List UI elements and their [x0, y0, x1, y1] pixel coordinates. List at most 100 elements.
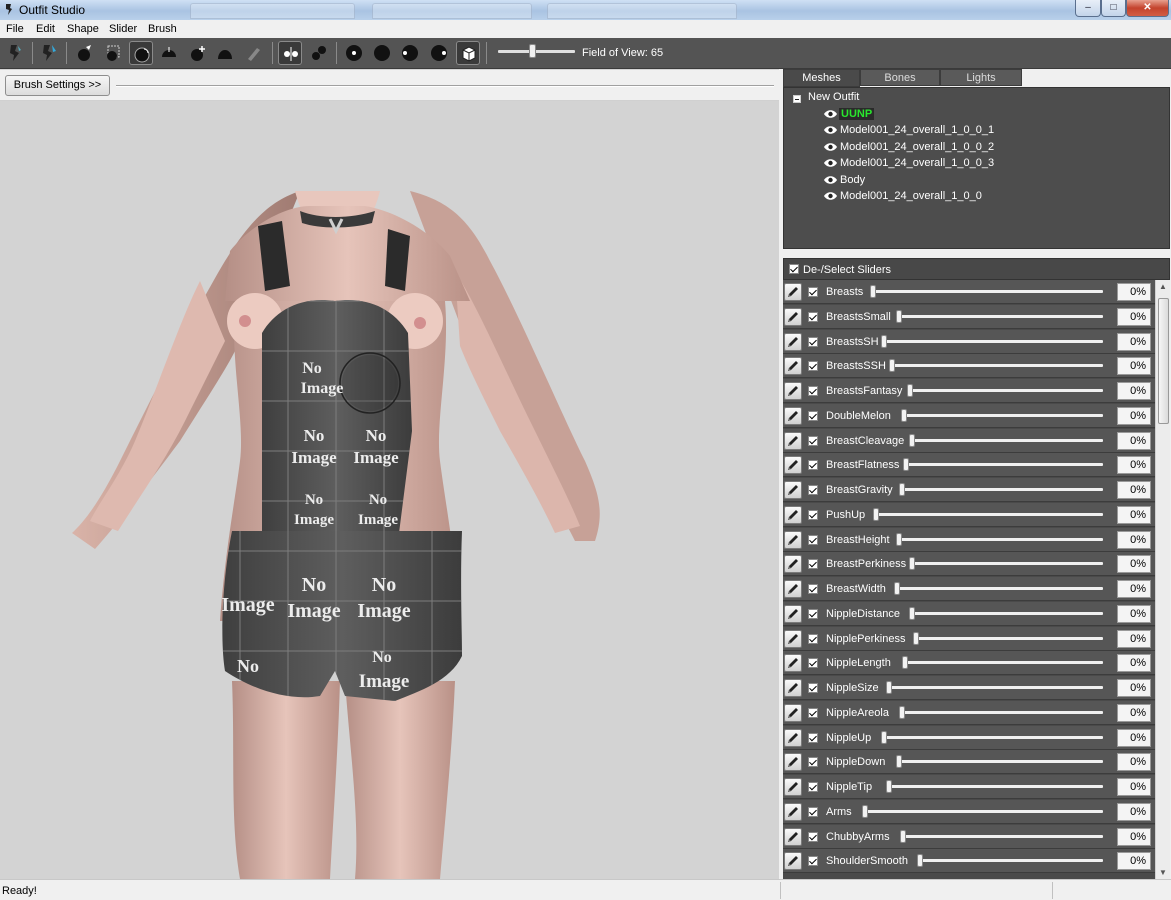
menu-brush[interactable]: Brush: [148, 23, 177, 35]
tab-bones[interactable]: Bones: [860, 69, 940, 86]
brush-settings-button[interactable]: Brush Settings >>: [5, 75, 110, 96]
smooth-brush-icon[interactable]: [185, 41, 209, 65]
deflate-brush-icon[interactable]: [129, 41, 153, 65]
slider-checkbox[interactable]: [808, 608, 818, 619]
slider-checkbox[interactable]: [808, 460, 818, 471]
slider-value[interactable]: 0%: [1117, 505, 1151, 524]
slider-thumb[interactable]: [896, 532, 902, 546]
slider-value[interactable]: 0%: [1117, 827, 1151, 846]
slider-thumb[interactable]: [901, 408, 907, 422]
slider-track[interactable]: [912, 562, 1103, 566]
slider-value[interactable]: 0%: [1117, 654, 1151, 673]
slider-checkbox[interactable]: [808, 435, 818, 446]
slider-value[interactable]: 0%: [1117, 456, 1151, 475]
cube-view-icon[interactable]: [456, 41, 480, 65]
edit-slider-icon[interactable]: [784, 703, 802, 722]
slider-track[interactable]: [884, 735, 1103, 739]
eye-icon[interactable]: [823, 109, 838, 119]
slider-value[interactable]: 0%: [1117, 802, 1151, 821]
brush-strength-icon[interactable]: [398, 41, 422, 65]
mask-brush-icon[interactable]: [72, 41, 96, 65]
slider-checkbox[interactable]: [808, 683, 818, 693]
edit-slider-icon[interactable]: [784, 679, 802, 697]
fov-slider-thumb[interactable]: [529, 44, 536, 58]
slider-checkbox[interactable]: [808, 485, 818, 495]
edit-slider-icon[interactable]: [784, 728, 802, 747]
brush-size-large-icon[interactable]: [370, 41, 394, 65]
slider-checkbox[interactable]: [808, 856, 818, 867]
slider-thumb[interactable]: [881, 334, 887, 348]
slider-checkbox[interactable]: [808, 806, 818, 817]
slider-track[interactable]: [899, 314, 1103, 318]
select-all-label[interactable]: De-/Select Sliders: [803, 264, 891, 276]
slider-value[interactable]: 0%: [1117, 481, 1151, 499]
slider-track[interactable]: [906, 463, 1103, 467]
slider-track[interactable]: [889, 785, 1103, 788]
slider-track[interactable]: [865, 809, 1103, 813]
slider-value[interactable]: 0%: [1117, 753, 1151, 772]
slider-track[interactable]: [899, 537, 1103, 541]
slider-thumb[interactable]: [899, 483, 905, 496]
edit-slider-icon[interactable]: [784, 357, 802, 376]
slider-checkbox[interactable]: [808, 707, 818, 718]
tree-root-label[interactable]: New Outfit: [808, 91, 859, 103]
slider-track[interactable]: [876, 512, 1103, 516]
edit-slider-icon[interactable]: [784, 802, 802, 821]
slider-track[interactable]: [905, 661, 1103, 665]
slider-checkbox[interactable]: [808, 287, 818, 297]
slider-track[interactable]: [916, 636, 1103, 640]
edit-slider-icon[interactable]: [784, 654, 802, 673]
inflate-brush-icon[interactable]: [101, 41, 125, 65]
slider-checkbox[interactable]: [808, 782, 818, 792]
3d-viewport[interactable]: No Image No Image No Image No Image No I…: [0, 101, 779, 879]
slider-value[interactable]: 0%: [1117, 431, 1151, 450]
eye-icon[interactable]: [823, 142, 838, 152]
select-icon[interactable]: [4, 41, 28, 65]
eye-icon[interactable]: [823, 158, 838, 168]
mirror-toggle-icon[interactable]: [278, 41, 302, 65]
menu-shape[interactable]: Shape: [67, 23, 99, 35]
slider-value[interactable]: 0%: [1117, 406, 1151, 425]
edit-slider-icon[interactable]: [784, 431, 802, 450]
menu-slider[interactable]: Slider: [109, 23, 137, 35]
slider-track[interactable]: [892, 364, 1103, 368]
slider-track[interactable]: [873, 290, 1103, 293]
slider-value[interactable]: 0%: [1117, 283, 1151, 301]
scroll-down-icon[interactable]: ▼: [1159, 868, 1167, 877]
mesh-label[interactable]: Model001_24_overall_1_0_0_1: [840, 124, 994, 136]
slider-track[interactable]: [902, 710, 1103, 714]
tab-lights[interactable]: Lights: [940, 69, 1022, 86]
mesh-label[interactable]: Body: [840, 174, 865, 186]
eye-icon[interactable]: [823, 175, 838, 185]
mesh-label[interactable]: Model001_24_overall_1_0_0: [840, 190, 982, 202]
minimize-button[interactable]: –: [1075, 0, 1101, 17]
slider-thumb[interactable]: [870, 285, 876, 298]
slider-checkbox[interactable]: [808, 386, 818, 396]
slider-track[interactable]: [897, 587, 1103, 590]
slider-thumb[interactable]: [894, 582, 900, 595]
edit-slider-icon[interactable]: [784, 778, 802, 796]
slider-thumb[interactable]: [862, 804, 868, 818]
edit-slider-icon[interactable]: [784, 382, 802, 400]
slider-track[interactable]: [920, 859, 1103, 863]
slider-thumb[interactable]: [881, 730, 887, 744]
slider-checkbox[interactable]: [808, 410, 818, 421]
edit-slider-icon[interactable]: [784, 604, 802, 623]
slider-thumb[interactable]: [899, 705, 905, 719]
slider-thumb[interactable]: [917, 854, 923, 868]
maximize-button[interactable]: □: [1101, 0, 1126, 17]
select-all-checkbox[interactable]: [789, 264, 799, 274]
menu-edit[interactable]: Edit: [36, 23, 55, 35]
scroll-up-icon[interactable]: ▲: [1159, 282, 1167, 291]
fov-slider-track[interactable]: [498, 50, 575, 53]
slider-track[interactable]: [903, 834, 1103, 838]
slider-value[interactable]: 0%: [1117, 703, 1151, 722]
edit-slider-icon[interactable]: [784, 406, 802, 425]
slider-track[interactable]: [899, 760, 1103, 764]
edit-slider-icon[interactable]: [784, 283, 802, 301]
slider-checkbox[interactable]: [808, 732, 818, 743]
tab-meshes[interactable]: Meshes: [783, 69, 860, 87]
brush-falloff-icon[interactable]: [427, 41, 451, 65]
slider-scrollbar[interactable]: ▲ ▼: [1155, 280, 1170, 879]
slider-thumb[interactable]: [896, 309, 902, 323]
